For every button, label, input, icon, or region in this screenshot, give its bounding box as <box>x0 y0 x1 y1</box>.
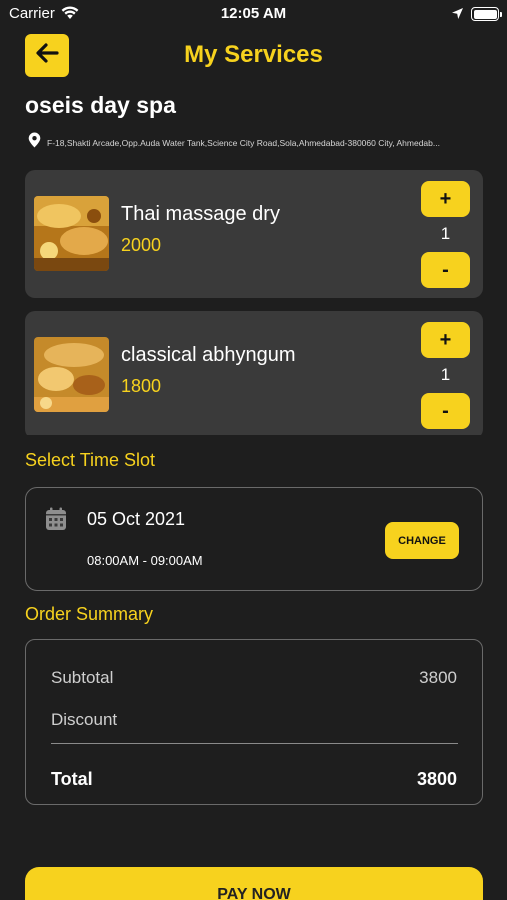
service-card: classical abhyngum 1800 + 1 - <box>25 311 483 435</box>
service-price: 1800 <box>121 376 162 396</box>
location-arrow-icon <box>451 7 464 25</box>
clock: 12:05 AM <box>220 5 287 22</box>
calendar-icon <box>45 507 67 536</box>
decrement-button[interactable]: - <box>421 252 470 288</box>
order-summary-heading: Order Summary <box>25 604 154 624</box>
summary-divider <box>51 743 458 744</box>
service-image <box>34 337 109 412</box>
discount-label: Discount <box>51 710 118 729</box>
slot-time: 08:00AM - 09:00AM <box>87 553 203 568</box>
shop-address: F-18,Shakti Arcade,Opp.Auda Water Tank,S… <box>47 137 440 148</box>
quantity-value: 1 <box>440 224 451 243</box>
change-slot-button[interactable]: CHANGE <box>385 522 459 559</box>
service-name: Thai massage dry <box>121 203 280 225</box>
slot-date: 05 Oct 2021 <box>87 509 186 529</box>
order-summary-card: Subtotal 3800 Discount Total 3800 <box>25 639 483 805</box>
increment-button[interactable]: + <box>421 322 470 358</box>
service-price: 2000 <box>121 235 162 255</box>
shop-name: oseis day spa <box>25 92 176 118</box>
map-pin-icon <box>28 132 41 153</box>
subtotal-label: Subtotal <box>51 668 114 687</box>
services-list[interactable]: Thai massage dry 2000 + 1 - classical ab… <box>25 170 483 435</box>
subtotal-value: 3800 <box>419 668 457 687</box>
time-slot-card: 05 Oct 2021 08:00AM - 09:00AM CHANGE <box>25 487 483 591</box>
service-card: Thai massage dry 2000 + 1 - <box>25 170 483 298</box>
pay-now-button[interactable]: PAY NOW <box>25 867 483 900</box>
battery-icon <box>471 7 502 21</box>
quantity-value: 1 <box>440 365 451 384</box>
time-slot-heading: Select Time Slot <box>25 450 156 470</box>
service-name: classical abhyngum <box>121 344 296 366</box>
shop-address-row: F-18,Shakti Arcade,Opp.Auda Water Tank,S… <box>28 132 483 153</box>
total-value: 3800 <box>416 769 457 789</box>
decrement-button[interactable]: - <box>421 393 470 429</box>
page-title: My Services <box>184 41 323 68</box>
increment-button[interactable]: + <box>421 181 470 217</box>
status-bar: Carrier 12:05 AM <box>0 0 507 28</box>
pay-now-label: PAY NOW <box>217 886 291 900</box>
total-label: Total <box>51 769 93 789</box>
service-image <box>34 196 109 271</box>
